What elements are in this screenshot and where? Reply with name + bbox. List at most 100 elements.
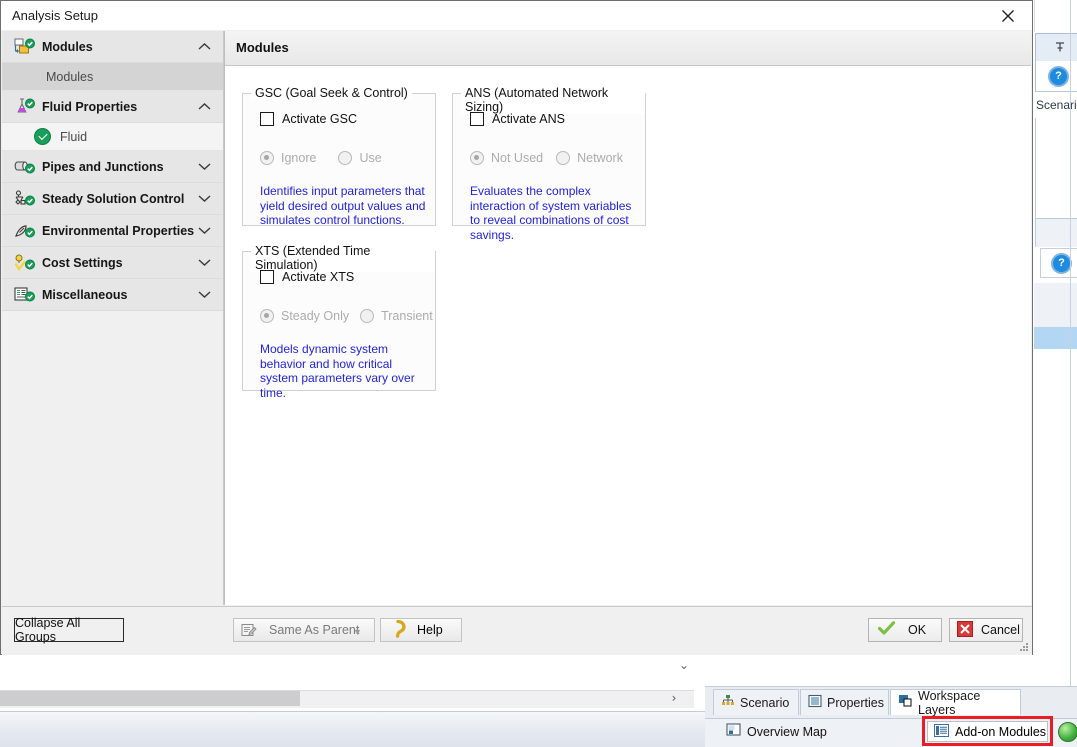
activate-xts-checkbox[interactable] xyxy=(260,270,274,284)
chevron-down-icon-dropdown[interactable]: ▼ xyxy=(353,627,362,637)
sidebar-group-steady-solution-control[interactable]: Steady Solution Control xyxy=(2,183,223,215)
gsc-description: Identifies input parameters that yield d… xyxy=(260,184,426,227)
activate-xts-label: Activate XTS xyxy=(282,270,355,284)
edit-scenario-icon xyxy=(241,622,257,638)
chevron-down-icon-5[interactable] xyxy=(198,288,211,302)
sidebar-group-environmental-properties[interactable]: Environmental Properties xyxy=(2,215,223,247)
resize-grip[interactable] xyxy=(1018,641,1030,653)
sidebar-group-steady-solution-control-label: Steady Solution Control xyxy=(42,191,185,206)
chevron-down-icon-3[interactable] xyxy=(198,224,211,238)
chevron-down-icon-1[interactable] xyxy=(198,160,211,174)
xts-radio-transient[interactable]: Transient xyxy=(360,309,433,323)
tab-scenario[interactable]: Scenario xyxy=(713,689,799,715)
status-check-icon xyxy=(34,128,51,145)
sidebar-group-fluid-properties[interactable]: Fluid Properties xyxy=(2,91,223,123)
activate-ans-checkbox[interactable] xyxy=(470,112,484,126)
gsc-radio-ignore[interactable]: Ignore xyxy=(260,151,316,165)
vertical-scroll-down-icon[interactable]: ⌄ xyxy=(676,658,692,674)
scenario-icon xyxy=(721,694,735,711)
overview-map-button[interactable]: Overview Map xyxy=(726,723,827,740)
radio-dot-ignore[interactable] xyxy=(260,151,274,165)
sidebar-group-cost-settings-label: Cost Settings xyxy=(42,255,123,270)
activate-xts-checkbox-row[interactable]: Activate XTS xyxy=(260,270,354,284)
sidebar-group-miscellaneous[interactable]: Miscellaneous xyxy=(2,279,223,311)
chevron-down-icon-4[interactable] xyxy=(198,256,211,270)
environment-icon xyxy=(11,222,37,240)
pin-icon[interactable] xyxy=(1054,41,1066,53)
pipe-icon xyxy=(11,158,37,176)
help-icon[interactable]: ? xyxy=(1048,66,1069,87)
same-as-parent-label: Same As Parent xyxy=(269,623,360,637)
dialog-title-bar[interactable]: Analysis Setup xyxy=(1,1,1032,30)
sidebar-item-modules[interactable]: Modules xyxy=(2,63,223,91)
collapse-all-groups-button[interactable]: Collapse All Groups xyxy=(14,616,124,644)
ans-group-legend: ANS (Automated Network Sizing) xyxy=(461,86,645,114)
gsc-radio-use[interactable]: Use xyxy=(338,151,382,165)
tab-workspace-layers-label: Workspace Layers xyxy=(918,688,981,717)
chevron-down-icon-2[interactable] xyxy=(198,192,211,206)
xts-radio-steady-only-label: Steady Only xyxy=(281,309,350,323)
gsc-radio-group[interactable]: Ignore Use xyxy=(260,151,382,165)
radio-dot-not-used[interactable] xyxy=(470,151,484,165)
horizontal-scrollbar-thumb[interactable] xyxy=(0,691,300,706)
cancel-button-label: Cancel xyxy=(981,623,1020,637)
help-icon-secondary[interactable]: ? xyxy=(1051,253,1072,274)
radio-dot-network[interactable] xyxy=(556,151,571,165)
sidebar-group-environmental-properties-label: Environmental Properties xyxy=(42,223,195,238)
xts-group-box: XTS (Extended Time Simulation) Activate … xyxy=(242,244,436,400)
sidebar-item-modules-label: Modules xyxy=(46,69,94,84)
dialog-title: Analysis Setup xyxy=(12,8,98,23)
sidebar-group-modules[interactable]: Modules xyxy=(2,31,223,63)
ans-group-box: ANS (Automated Network Sizing) Activate … xyxy=(452,86,646,242)
addon-modules-button[interactable]: Add-on Modules xyxy=(927,721,1048,742)
content-header-label: Modules xyxy=(236,40,289,55)
tab-workspace-layers[interactable]: Workspace Layers xyxy=(890,688,1021,717)
radio-dot-use[interactable] xyxy=(338,151,353,165)
ans-radio-group[interactable]: Not Used Network xyxy=(470,151,623,165)
sidebar-group-pipes-and-junctions-label: Pipes and Junctions xyxy=(42,159,164,174)
cancel-button[interactable]: Cancel xyxy=(949,618,1023,642)
xts-radio-group[interactable]: Steady Only Transient xyxy=(260,309,433,323)
sidebar-group-fluid-properties-label: Fluid Properties xyxy=(42,99,138,114)
scroll-right-icon[interactable]: › xyxy=(666,691,682,707)
gsc-radio-use-label: Use xyxy=(359,151,382,165)
status-bar: 100% xyxy=(0,711,705,747)
chevron-up-icon[interactable] xyxy=(198,40,211,54)
addon-modules-label: Add-on Modules xyxy=(955,724,1047,739)
close-icon[interactable] xyxy=(986,2,1030,29)
gsc-group-legend: GSC (Goal Seek & Control) xyxy=(251,86,412,100)
activate-gsc-label: Activate GSC xyxy=(282,112,358,126)
tab-properties[interactable]: Properties xyxy=(800,689,889,715)
radio-dot-steady-only[interactable] xyxy=(260,309,274,323)
dialog-content-pane: Modules GSC (Goal Seek & Control) Activa… xyxy=(224,31,1031,605)
sidebar-group-modules-label: Modules xyxy=(42,39,93,54)
chevron-up-icon-2[interactable] xyxy=(198,100,211,114)
activate-gsc-checkbox-row[interactable]: Activate GSC xyxy=(260,112,357,126)
layers-icon xyxy=(898,694,913,711)
sidebar-group-miscellaneous-label: Miscellaneous xyxy=(42,287,128,302)
workspace-canvas xyxy=(0,655,694,691)
xts-radio-transient-label: Transient xyxy=(381,309,433,323)
ans-radio-not-used[interactable]: Not Used xyxy=(470,151,543,165)
xts-radio-steady-only[interactable]: Steady Only xyxy=(260,309,349,323)
ans-radio-not-used-label: Not Used xyxy=(491,151,544,165)
tab-scenario-label: Scenario xyxy=(740,695,790,710)
ans-radio-network[interactable]: Network xyxy=(556,151,623,165)
radio-dot-transient[interactable] xyxy=(360,309,375,323)
content-header: Modules xyxy=(225,31,1031,66)
addon-modules-icon xyxy=(934,723,949,740)
activate-ans-checkbox-row[interactable]: Activate ANS xyxy=(470,112,565,126)
gsc-group-box: GSC (Goal Seek & Control) Activate GSC I… xyxy=(242,86,436,227)
sidebar-item-fluid-label: Fluid xyxy=(60,129,88,144)
sidebar-item-fluid[interactable]: Fluid xyxy=(2,123,223,151)
sidebar-group-cost-settings[interactable]: Cost Settings xyxy=(2,247,223,279)
sidebar-group-pipes-and-junctions[interactable]: Pipes and Junctions xyxy=(2,151,223,183)
help-button[interactable]: Help xyxy=(380,618,462,642)
activate-gsc-checkbox[interactable] xyxy=(260,112,274,126)
miscellaneous-icon xyxy=(11,286,37,304)
dialog-sidebar: Modules Modules Fluid Properties Fluid P… xyxy=(2,31,224,605)
gsc-radio-ignore-label: Ignore xyxy=(281,151,317,165)
overview-map-icon xyxy=(726,723,741,740)
panel-help-row-bottom[interactable]: ? xyxy=(1040,248,1077,278)
ok-button[interactable]: OK xyxy=(868,618,942,642)
